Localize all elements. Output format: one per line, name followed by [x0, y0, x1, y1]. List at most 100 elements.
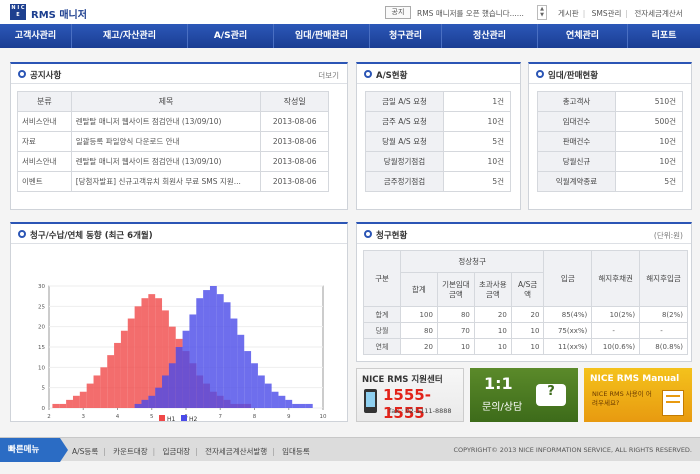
row-category: 서비스안내: [17, 111, 72, 132]
bar-h2: [175, 347, 183, 408]
nav-inventory[interactable]: 재고/자산관리: [72, 24, 188, 48]
cell-cancel-receipt: 8(2%): [639, 306, 688, 323]
cell-excess: 10: [473, 338, 512, 355]
bar-h2: [203, 290, 210, 408]
bar-h1: [86, 383, 94, 408]
table-row[interactable]: 당월 A/S 요청 5건: [365, 131, 511, 152]
row-label: 당월정기점검: [365, 151, 444, 172]
bar-h1: [79, 391, 87, 408]
manual-banner[interactable]: NICE RMS Manual NICE RMS 사용이 어려우세요?: [584, 368, 692, 422]
row-date: 2013-08-06: [260, 131, 329, 152]
row-label: 당월 A/S 요청: [365, 131, 444, 152]
row-title[interactable]: 렌탈탈 매니저 웹사이트 점검안내 (13/09/10): [70, 111, 262, 132]
bar-h2: [305, 403, 313, 408]
row-value: 1건: [443, 91, 511, 112]
table-row[interactable]: 당월신규 10건: [537, 151, 683, 172]
nav-rental[interactable]: 임대/판매관리: [274, 24, 370, 48]
quick-link-as[interactable]: A/S등록: [72, 447, 98, 456]
y-tick-label: 15: [38, 345, 45, 351]
nav-as[interactable]: A/S관리: [188, 24, 274, 48]
copyright: COPYRIGHT© 2013 NICE INFORMATION SERVICE…: [453, 446, 692, 454]
legend-swatch: [181, 415, 187, 421]
unit-label: (단위:원): [653, 231, 683, 240]
app-title[interactable]: RMS 매니저: [31, 6, 87, 21]
table-row[interactable]: 서비스안내 렌탈탈 매니저 웹사이트 점검안내 (13/09/10) 2013-…: [17, 151, 329, 172]
nav-customer[interactable]: 고객사관리: [0, 24, 72, 48]
bar-h2: [285, 399, 293, 408]
table-row[interactable]: 당월 80 70 10 10 75(xx%) - -: [363, 322, 688, 339]
cell-cancel-receipt: -: [639, 322, 688, 339]
table-row[interactable]: 이벤트 [당첨자발표] 신규고객유치 회원사 무료 SMS 지원... 2013…: [17, 171, 329, 192]
bar-h2: [230, 318, 238, 408]
x-tick-label: 4: [116, 414, 120, 420]
quick-link-receipt[interactable]: 입금대장: [163, 447, 191, 456]
cell-sum: 20: [399, 338, 438, 355]
y-tick-label: 20: [38, 325, 45, 331]
bar-h2: [223, 302, 231, 408]
row-label: 금주 A/S 요청: [365, 111, 444, 132]
link-tax-invoice[interactable]: 전자세금계산서: [634, 9, 682, 18]
nav-billing[interactable]: 청구관리: [370, 24, 442, 48]
quick-link-rental[interactable]: 임대등록: [282, 447, 310, 456]
bar-h1: [72, 395, 80, 408]
legend-label: H1: [167, 416, 176, 422]
row-label: 총고객사: [537, 91, 616, 112]
table-row[interactable]: 금주정기점검 5건: [365, 171, 511, 192]
bar-h2: [299, 403, 306, 408]
table-row[interactable]: 익월계약종료 5건: [537, 171, 683, 192]
quick-link-count[interactable]: 카운트대장: [113, 447, 148, 456]
bar-h1: [114, 342, 121, 408]
bar-h1: [66, 399, 73, 408]
x-tick-label: 5: [150, 414, 154, 420]
cell-sum: 80: [399, 322, 438, 339]
bar-h2: [251, 363, 258, 408]
consult-banner[interactable]: 1:1 문의/상담 ?: [470, 368, 578, 422]
table-row[interactable]: 판매건수 10건: [537, 131, 683, 152]
table-row[interactable]: 자료 일괄등록 파일양식 다운로드 안내 2013-08-06: [17, 131, 329, 152]
row-title[interactable]: 일괄등록 파일양식 다운로드 안내: [70, 131, 262, 152]
notice-scroll-arrows[interactable]: ▲ ▼: [537, 5, 547, 20]
row-value: 10건: [443, 151, 511, 172]
link-board[interactable]: 게시판: [558, 9, 579, 18]
bullet-icon: [364, 70, 372, 78]
table-row[interactable]: 당월정기점검 10건: [365, 151, 511, 172]
table-row[interactable]: 금주 A/S 요청 10건: [365, 111, 511, 132]
nav-overdue[interactable]: 연체관리: [538, 24, 628, 48]
consult-sub: 문의/상담: [482, 402, 523, 413]
table-row[interactable]: 서비스안내 렌탈탈 매니저 웹사이트 점검안내 (13/09/10) 2013-…: [17, 111, 329, 132]
bar-h2: [237, 334, 245, 408]
row-value: 5건: [443, 131, 511, 152]
quick-link-tax-invoice[interactable]: 전자세금계산서발행: [205, 447, 267, 456]
col-excess: 초과사용금액: [473, 272, 512, 307]
row-value: 510건: [615, 91, 683, 112]
table-row[interactable]: 임대건수 500건: [537, 111, 683, 132]
link-sms[interactable]: SMS관리: [592, 9, 622, 18]
row-title[interactable]: 렌탈탈 매니저 웹사이트 점검안내 (13/09/10): [70, 151, 262, 172]
row-value: 10건: [615, 151, 683, 172]
bullet-icon: [536, 70, 544, 78]
quick-links: A/S등록 | 카운트대장 | 입금대장 | 전자세금계산서발행 | 임대등록: [72, 447, 310, 456]
cell-cancel-bond: -: [591, 322, 641, 339]
cell-excess: 10: [473, 322, 512, 339]
table-row[interactable]: 합계 100 80 20 20 85(4%) 10(2%) 8(2%): [363, 306, 688, 323]
support-center-banner[interactable]: NICE RMS 지원센터 1555-1555 fax : 02-1111-88…: [356, 368, 464, 422]
top-links: 게시판 | SMS관리 | 전자세금계산서: [558, 9, 683, 18]
chevron-down-icon[interactable]: ▼: [538, 12, 546, 18]
logo-icon[interactable]: N I C E: [10, 4, 26, 20]
bar-h2: [134, 403, 142, 408]
notice-ticker[interactable]: RMS 매니저를 오픈 했습니다......: [417, 8, 532, 19]
x-tick-label: 9: [287, 414, 291, 420]
row-title[interactable]: [당첨자발표] 신규고객유치 회원사 무료 SMS 지원...: [70, 171, 262, 192]
more-link[interactable]: 더보기: [318, 70, 339, 81]
y-tick-label: 5: [42, 386, 46, 392]
billing-title: 청구현황: [376, 231, 408, 241]
table-row[interactable]: 연체 20 10 10 10 11(xx%) 10(0.6%) 8(0.8%): [363, 338, 688, 355]
bar-h2: [292, 403, 300, 408]
row-label: 당월신규: [537, 151, 616, 172]
nav-settlement[interactable]: 정산관리: [442, 24, 538, 48]
billing-panel: 청구현황 (단위:원) 구분 정상청구 입금 해지후채권 해지후입금 합계 기본…: [356, 222, 692, 362]
table-row[interactable]: 총고객사 510건: [537, 91, 683, 112]
nav-report[interactable]: 리포트: [628, 24, 700, 48]
table-row[interactable]: 금일 A/S 요청 1건: [365, 91, 511, 112]
row-label: 금주정기점검: [365, 171, 444, 192]
